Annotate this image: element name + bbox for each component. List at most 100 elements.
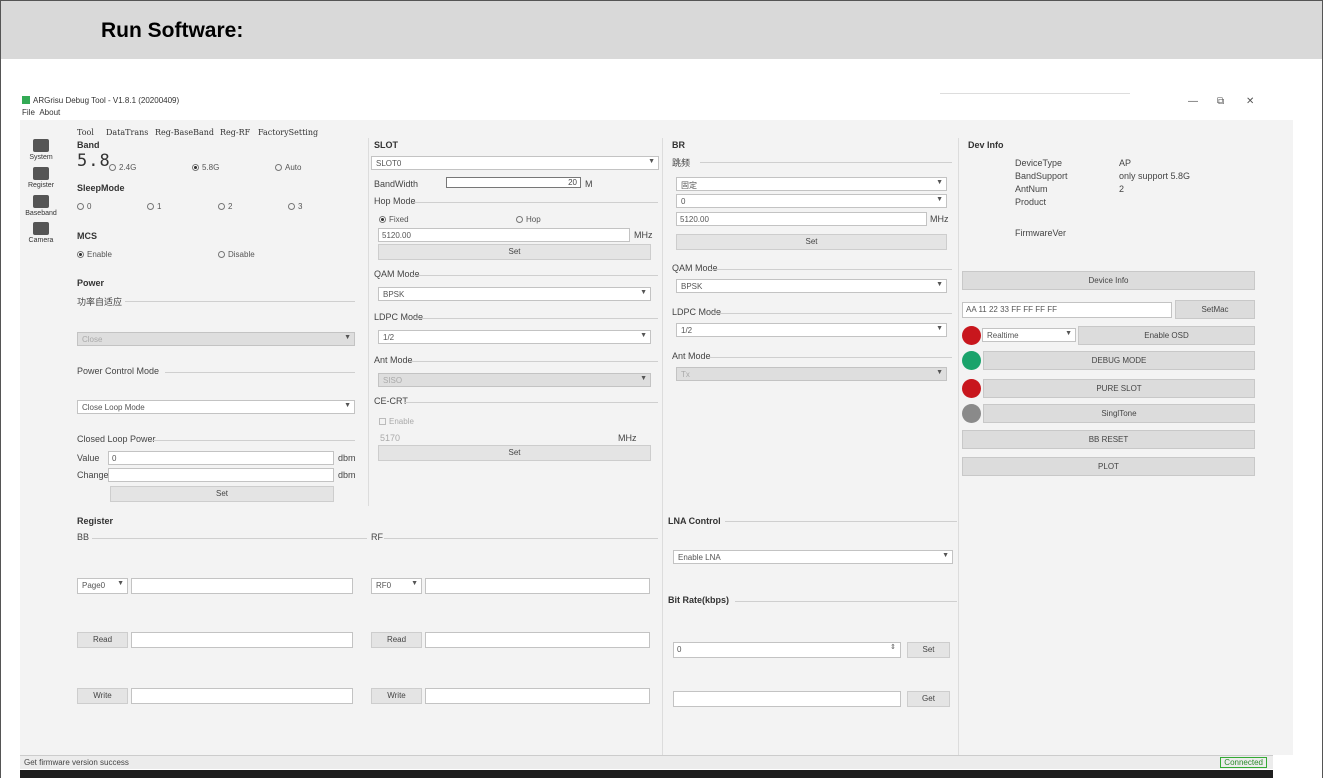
slot-set-button[interactable]: Set [378, 244, 651, 260]
slot-ant-select[interactable]: SISO ▼ [378, 373, 651, 387]
bb-page-select[interactable]: Page0 ▼ [77, 578, 128, 594]
bb-write-button[interactable]: Write [77, 688, 128, 704]
power-value-input[interactable]: 0 [108, 451, 334, 465]
slot-select[interactable]: SLOT0 ▼ [371, 156, 659, 170]
lna-select[interactable]: Enable LNA ▼ [673, 550, 953, 564]
mac-input[interactable]: AA 11 22 33 FF FF FF FF [962, 302, 1172, 318]
window-title-text: ARGrisu Debug Tool - V1.8.1 (20200409) [33, 96, 180, 105]
rf-label: RF [371, 532, 383, 542]
radio-label: 3 [298, 202, 303, 211]
enable-osd-button[interactable]: Enable OSD [1078, 326, 1255, 345]
status-text: Get firmware version success [24, 758, 129, 767]
br-ldpc-select[interactable]: 1/2 ▼ [676, 323, 947, 337]
pure-slot-status-dot [962, 379, 981, 398]
bb-read-input[interactable] [131, 632, 353, 648]
radio-fixed[interactable]: Fixed [379, 215, 409, 224]
debug-mode-button[interactable]: DEBUG MODE [983, 351, 1255, 370]
sidebar-item-system[interactable]: System [22, 139, 60, 161]
bb-address-input[interactable] [131, 578, 353, 594]
bandwidth-field[interactable]: 20 [446, 177, 581, 188]
spinner-arrows-icon[interactable]: ⇕ [890, 643, 896, 651]
rf-write-button[interactable]: Write [371, 688, 422, 704]
window-title: ARGrisu Debug Tool - V1.8.1 (20200409) [22, 96, 179, 105]
cecrt-enable-checkbox[interactable]: Enable [379, 417, 414, 426]
power-control-mode-select[interactable]: Close Loop Mode ▼ [77, 400, 355, 414]
group-line [150, 440, 355, 441]
tab-tool[interactable]: Tool [77, 128, 94, 137]
group-line [412, 275, 658, 276]
power-change-input[interactable] [108, 468, 334, 482]
bb-read-button[interactable]: Read [77, 632, 128, 648]
br-title: BR [672, 140, 685, 150]
slot-ldpc-select[interactable]: 1/2 ▼ [378, 330, 651, 344]
band-indicator: 5.8 [77, 151, 111, 171]
band-title: Band [77, 140, 100, 150]
power-adaptive-label: 功率自适应 [77, 297, 123, 307]
group-line [413, 202, 658, 203]
radio-2.4g[interactable]: 2.4G [109, 163, 136, 172]
status-bar: Get firmware version success Connected [20, 755, 1273, 769]
bitrate-get-input[interactable] [673, 691, 901, 707]
bitrate-get-button[interactable]: Get [907, 691, 950, 707]
setmac-button[interactable]: SetMac [1175, 300, 1255, 319]
bitrate-set-button[interactable]: Set [907, 642, 950, 658]
select-value: Close Loop Mode [82, 403, 145, 412]
bb-reset-button[interactable]: BB RESET [962, 430, 1255, 449]
pure-slot-button[interactable]: PURE SLOT [983, 379, 1255, 398]
sidebar-item-camera[interactable]: Camera [22, 222, 60, 244]
realtime-select[interactable]: Realtime ▼ [982, 328, 1076, 342]
group-line [125, 301, 355, 302]
rf-address-input[interactable] [425, 578, 650, 594]
radio-sleep-1[interactable]: 1 [147, 202, 161, 211]
radio-mcs-enable[interactable]: Enable [77, 250, 112, 259]
radio-sleep-2[interactable]: 2 [218, 202, 232, 211]
slot-qam-select[interactable]: BPSK ▼ [378, 287, 651, 301]
tab-factorysetting[interactable]: FactorySetting [258, 128, 318, 137]
radio-sleep-3[interactable]: 3 [288, 202, 302, 211]
power-set-button[interactable]: Set [110, 486, 334, 502]
cecrt-set-button[interactable]: Set [378, 445, 651, 461]
menu-file[interactable]: File [22, 108, 35, 117]
select-value: Close [82, 335, 103, 344]
br-second-select[interactable]: 0 ▼ [676, 194, 947, 208]
power-adaptive-select[interactable]: Close ▼ [77, 332, 355, 346]
minimize-icon[interactable]: — [1188, 96, 1198, 107]
singletone-button[interactable]: SinglTone [983, 404, 1255, 423]
br-set-button[interactable]: Set [676, 234, 947, 250]
select-value: SISO [383, 376, 403, 385]
rf-page-select[interactable]: RF0 ▼ [371, 578, 422, 594]
hop-mode-label: Hop Mode [374, 196, 416, 206]
radio-sleep-0[interactable]: 0 [77, 202, 91, 211]
device-info-button[interactable]: Device Info [962, 271, 1255, 290]
radio-5.8g[interactable]: 5.8G [192, 163, 219, 172]
br-ant-select[interactable]: Tx ▼ [676, 367, 947, 381]
tab-reg-baseband[interactable]: Reg-BaseBand [155, 128, 214, 137]
group-line [165, 372, 355, 373]
tab-reg-rf[interactable]: Reg-RF [220, 128, 250, 137]
close-icon[interactable]: ✕ [1246, 96, 1254, 107]
select-value: 1/2 [681, 326, 693, 335]
radio-hop[interactable]: Hop [516, 215, 541, 224]
radio-mcs-disable[interactable]: Disable [218, 250, 255, 259]
chevron-down-icon: ▼ [648, 158, 655, 165]
bb-write-input[interactable] [131, 688, 353, 704]
menu-about[interactable]: About [39, 108, 60, 117]
br-hop-select[interactable]: 固定 ▼ [676, 177, 947, 191]
maximize-icon[interactable]: ⧉ [1217, 96, 1224, 107]
rf-read-input[interactable] [425, 632, 650, 648]
rf-read-button[interactable]: Read [371, 632, 422, 648]
sidebar-item-baseband[interactable]: Baseband [22, 195, 60, 217]
slot-freq-input[interactable]: 5120.00 [378, 228, 630, 242]
bandwidth-unit: M [585, 179, 593, 189]
bitrate-spinbox[interactable]: 0 [673, 642, 901, 658]
br-qam-select[interactable]: BPSK ▼ [676, 279, 947, 293]
radio-auto[interactable]: Auto [275, 163, 301, 172]
plot-button[interactable]: PLOT [962, 457, 1255, 476]
tab-datatrans[interactable]: DataTrans [106, 128, 148, 137]
chevron-down-icon: ▼ [640, 375, 647, 382]
rf-write-input[interactable] [425, 688, 650, 704]
sidebar-item-register[interactable]: Register [22, 167, 60, 189]
select-value: Page0 [82, 581, 106, 590]
group-line [404, 402, 658, 403]
br-freq-input[interactable]: 5120.00 [676, 212, 927, 226]
